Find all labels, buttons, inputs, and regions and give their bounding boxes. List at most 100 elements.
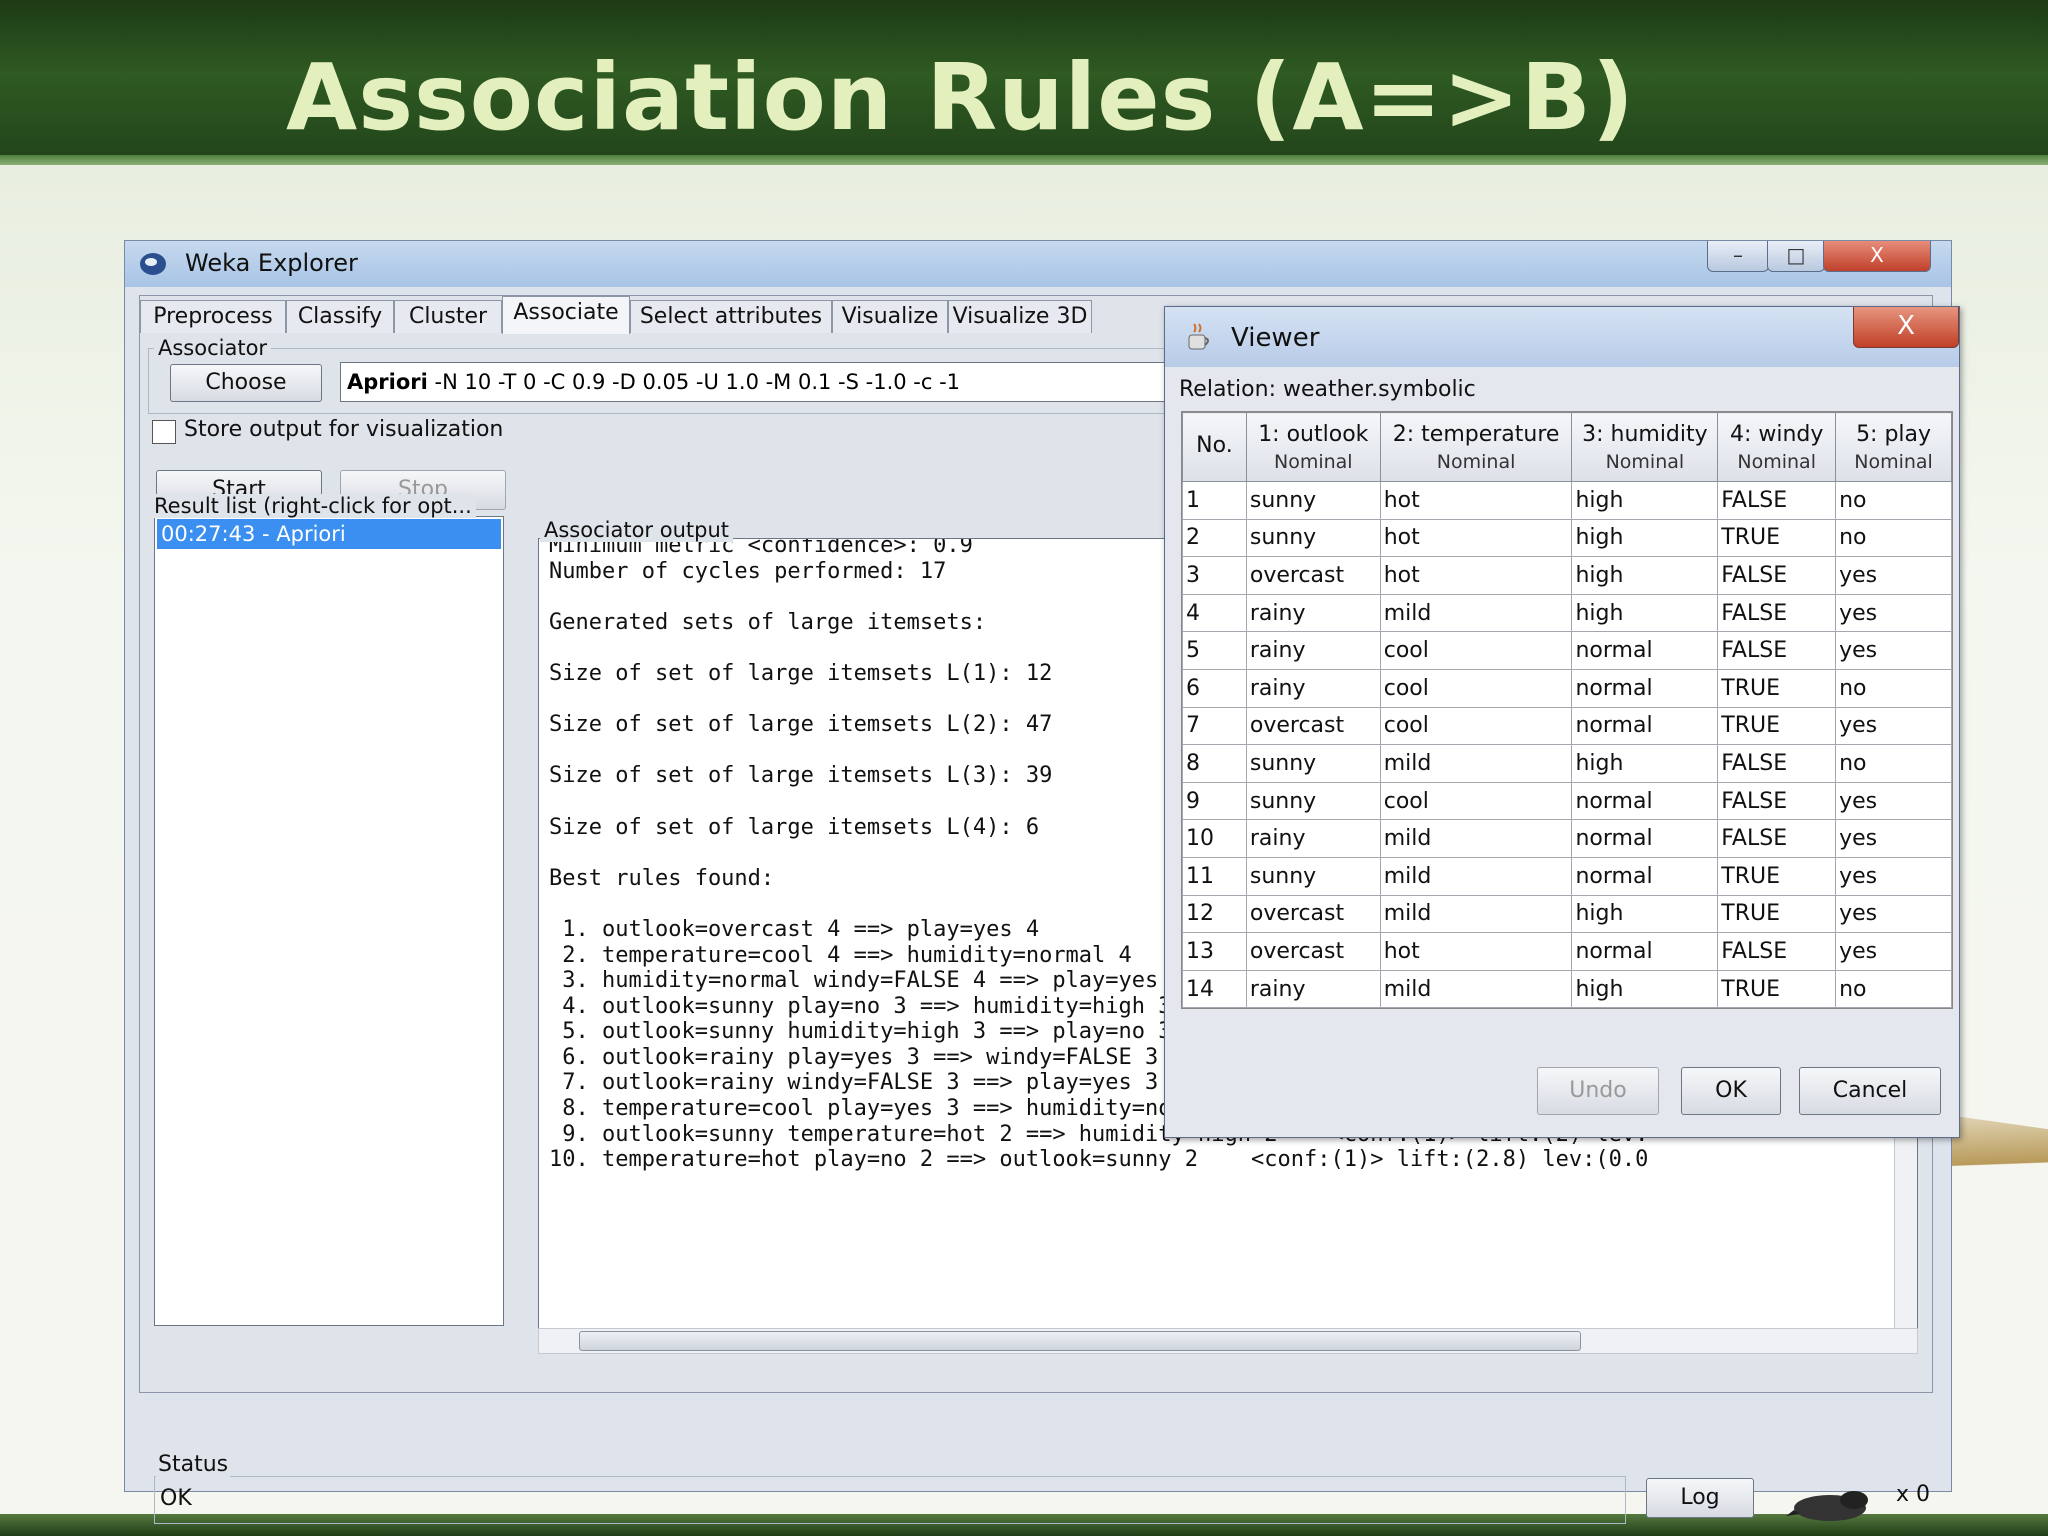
table-cell[interactable]: FALSE	[1717, 819, 1837, 858]
table-cell[interactable]: yes	[1835, 819, 1952, 858]
column-header[interactable]: 2: temperature Nominal	[1379, 412, 1573, 482]
table-cell[interactable]: TRUE	[1717, 894, 1837, 934]
minimize-button[interactable]: –	[1707, 241, 1769, 272]
table-cell[interactable]: FALSE	[1717, 593, 1837, 633]
result-list-item[interactable]: 00:27:43 - Apriori	[157, 519, 501, 549]
table-cell[interactable]: normal	[1571, 668, 1719, 708]
table-cell[interactable]: yes	[1835, 631, 1952, 670]
column-header[interactable]: 3: humidity Nominal	[1571, 412, 1719, 482]
table-cell[interactable]: 7	[1182, 706, 1247, 746]
table-cell[interactable]: yes	[1835, 894, 1952, 934]
undo-button[interactable]: Undo	[1537, 1067, 1659, 1115]
table-row[interactable]: 3 overcast hot high FALSE yes	[1182, 556, 1952, 595]
table-cell[interactable]: 12	[1182, 894, 1247, 934]
table-cell[interactable]: yes	[1835, 932, 1952, 971]
table-row[interactable]: 1 sunny hot high FALSE no	[1182, 481, 1952, 520]
table-cell[interactable]: mild	[1379, 593, 1573, 633]
table-cell[interactable]: mild	[1379, 969, 1573, 1008]
window-titlebar[interactable]: Weka Explorer – □ X	[125, 241, 1951, 287]
table-cell[interactable]: 4	[1182, 593, 1247, 633]
table-cell[interactable]: yes	[1835, 706, 1952, 746]
table-cell[interactable]: no	[1835, 518, 1952, 558]
table-cell[interactable]: TRUE	[1717, 668, 1837, 708]
viewer-close-button[interactable]: X	[1853, 307, 1959, 348]
table-cell[interactable]: cool	[1379, 706, 1573, 746]
table-cell[interactable]: hot	[1379, 518, 1573, 558]
table-cell[interactable]: mild	[1379, 744, 1573, 783]
table-cell[interactable]: no	[1835, 969, 1952, 1008]
table-cell[interactable]: overcast	[1245, 932, 1381, 971]
tab-classify[interactable]: Classify	[286, 300, 394, 333]
table-cell[interactable]: rainy	[1245, 593, 1381, 633]
table-cell[interactable]: sunny	[1245, 856, 1381, 896]
table-row[interactable]: 5 rainy cool normal FALSE yes	[1182, 631, 1952, 670]
table-cell[interactable]: mild	[1379, 856, 1573, 896]
table-cell[interactable]: 1	[1182, 481, 1247, 520]
table-row[interactable]: 10 rainy mild normal FALSE yes	[1182, 819, 1952, 858]
tab-select-attributes[interactable]: Select attributes	[630, 300, 832, 333]
table-cell[interactable]: yes	[1835, 781, 1952, 821]
associator-config-field[interactable]: Apriori -N 10 -T 0 -C 0.9 -D 0.05 -U 1.0…	[340, 362, 1248, 402]
cancel-button[interactable]: Cancel	[1799, 1067, 1941, 1115]
table-cell[interactable]: normal	[1571, 932, 1719, 971]
column-header[interactable]: 5: play Nominal	[1835, 412, 1952, 482]
table-cell[interactable]: overcast	[1245, 894, 1381, 934]
table-row[interactable]: 13 overcast hot normal FALSE yes	[1182, 932, 1952, 971]
table-cell[interactable]: 8	[1182, 744, 1247, 783]
table-cell[interactable]: high	[1571, 593, 1719, 633]
table-cell[interactable]: rainy	[1245, 631, 1381, 670]
table-cell[interactable]: sunny	[1245, 481, 1381, 520]
table-cell[interactable]: FALSE	[1717, 631, 1837, 670]
close-button[interactable]: X	[1823, 241, 1931, 272]
tab-preprocess[interactable]: Preprocess	[140, 300, 286, 333]
table-cell[interactable]: 13	[1182, 932, 1247, 971]
table-cell[interactable]: 9	[1182, 781, 1247, 821]
table-cell[interactable]: sunny	[1245, 518, 1381, 558]
table-cell[interactable]: FALSE	[1717, 744, 1837, 783]
table-cell[interactable]: hot	[1379, 556, 1573, 595]
table-cell[interactable]: 5	[1182, 631, 1247, 670]
table-cell[interactable]: 14	[1182, 969, 1247, 1008]
tab-visualize-3d[interactable]: Visualize 3D	[948, 300, 1092, 333]
table-cell[interactable]: high	[1571, 481, 1719, 520]
table-cell[interactable]: cool	[1379, 668, 1573, 708]
tab-visualize[interactable]: Visualize	[832, 300, 948, 333]
table-cell[interactable]: FALSE	[1717, 556, 1837, 595]
table-cell[interactable]: normal	[1571, 781, 1719, 821]
table-cell[interactable]: 10	[1182, 819, 1247, 858]
output-horizontal-scrollbar[interactable]	[538, 1328, 1918, 1354]
table-cell[interactable]: FALSE	[1717, 781, 1837, 821]
table-cell[interactable]: 2	[1182, 518, 1247, 558]
table-cell[interactable]: 3	[1182, 556, 1247, 595]
table-cell[interactable]: overcast	[1245, 556, 1381, 595]
table-cell[interactable]: FALSE	[1717, 932, 1837, 971]
table-cell[interactable]: high	[1571, 518, 1719, 558]
table-row[interactable]: 4 rainy mild high FALSE yes	[1182, 593, 1952, 633]
log-button[interactable]: Log	[1646, 1478, 1754, 1518]
table-cell[interactable]: cool	[1379, 631, 1573, 670]
table-cell[interactable]: normal	[1571, 856, 1719, 896]
table-cell[interactable]: normal	[1571, 631, 1719, 670]
table-cell[interactable]: high	[1571, 556, 1719, 595]
horizontal-scroll-thumb[interactable]	[579, 1331, 1581, 1351]
table-row[interactable]: 9 sunny cool normal FALSE yes	[1182, 781, 1952, 821]
column-header[interactable]: No.	[1182, 412, 1247, 482]
table-cell[interactable]: FALSE	[1717, 481, 1837, 520]
table-row[interactable]: 11 sunny mild normal TRUE yes	[1182, 856, 1952, 896]
table-cell[interactable]: normal	[1571, 819, 1719, 858]
choose-button[interactable]: Choose	[170, 364, 322, 402]
store-output-checkbox[interactable]	[152, 420, 176, 444]
table-cell[interactable]: rainy	[1245, 668, 1381, 708]
table-cell[interactable]: yes	[1835, 856, 1952, 896]
viewer-titlebar[interactable]: Viewer X	[1165, 307, 1959, 367]
table-cell[interactable]: no	[1835, 744, 1952, 783]
tab-cluster[interactable]: Cluster	[394, 300, 502, 333]
table-cell[interactable]: overcast	[1245, 706, 1381, 746]
table-cell[interactable]: mild	[1379, 819, 1573, 858]
table-cell[interactable]: yes	[1835, 556, 1952, 595]
table-cell[interactable]: high	[1571, 969, 1719, 1008]
table-cell[interactable]: TRUE	[1717, 856, 1837, 896]
table-cell[interactable]: TRUE	[1717, 969, 1837, 1008]
table-cell[interactable]: cool	[1379, 781, 1573, 821]
table-row[interactable]: 7 overcast cool normal TRUE yes	[1182, 706, 1952, 746]
